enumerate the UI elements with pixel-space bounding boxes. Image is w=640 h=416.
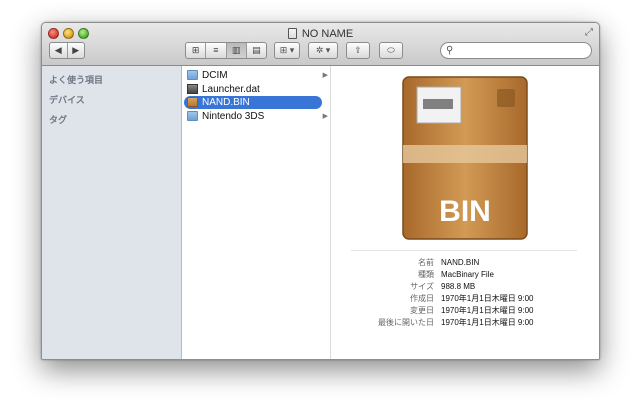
box-tape	[403, 145, 527, 163]
back-button[interactable]: ◀	[50, 43, 67, 58]
icon-view-button[interactable]: ⊞	[186, 43, 205, 58]
finder-window: NO NAME ⤢ ◀ ▶ ⊞ ≡ ▥ ▤ ⊞ ▾ ✲ ▾ ⇪ ⬭ ⚲ よく使う…	[41, 22, 600, 360]
folder-icon	[187, 70, 198, 80]
file-column: DCIM ▶ Launcher.dat NAND.BIN Nintendo 3D…	[182, 66, 331, 359]
coverflow-view-button[interactable]: ▤	[245, 43, 266, 58]
share-button[interactable]: ⇪	[346, 42, 370, 59]
nav-buttons: ◀ ▶	[49, 42, 85, 59]
search-icon: ⚲	[446, 45, 454, 56]
list-view-button[interactable]: ≡	[205, 43, 225, 58]
arrange-button[interactable]: ⊞ ▾	[274, 42, 300, 59]
file-row-nand[interactable]: NAND.BIN	[184, 96, 322, 109]
folder-icon	[187, 111, 198, 121]
file-row-nintendo[interactable]: Nintendo 3DS ▶	[184, 110, 328, 123]
sidebar-section-tags[interactable]: タグ	[49, 113, 67, 126]
fullscreen-icon[interactable]: ⤢	[585, 27, 593, 38]
file-name: NAND.BIN	[202, 97, 250, 108]
view-mode-buttons: ⊞ ≡ ▥ ▤	[185, 42, 267, 59]
tags-button[interactable]: ⬭	[379, 42, 403, 59]
file-row-dcim[interactable]: DCIM ▶	[184, 69, 328, 82]
download-arrow-icon	[497, 89, 515, 107]
archive-box-icon: BIN	[402, 76, 528, 240]
sidebar-section-devices[interactable]: デバイス	[49, 93, 85, 106]
barcode	[423, 99, 453, 109]
archive-icon	[187, 97, 198, 107]
window-title: NO NAME	[42, 26, 599, 42]
drive-icon	[287, 28, 297, 39]
disclosure-arrow-icon: ▶	[322, 113, 328, 120]
disclosure-arrow-icon: ▶	[322, 72, 328, 79]
file-name: Nintendo 3DS	[202, 111, 265, 122]
preview-pane: BIN 名前 NAND.BIN 種類 MacBinary File サイズ 988.8…	[331, 66, 599, 359]
box-label: BIN	[439, 195, 491, 228]
file-name: Launcher.dat	[202, 84, 260, 95]
document-icon	[187, 84, 198, 94]
window-title-text: NO NAME	[301, 28, 354, 40]
sidebar: よく使う項目 デバイス タグ	[42, 66, 182, 359]
search-field[interactable]: ⚲	[440, 42, 592, 59]
toolbar: NO NAME ⤢ ◀ ▶ ⊞ ≡ ▥ ▤ ⊞ ▾ ✲ ▾ ⇪ ⬭ ⚲	[42, 23, 599, 66]
forward-button[interactable]: ▶	[66, 43, 85, 58]
column-view-button[interactable]: ▥	[225, 43, 246, 58]
action-button[interactable]: ✲ ▾	[308, 42, 338, 59]
file-row-launcher[interactable]: Launcher.dat	[184, 83, 322, 96]
file-name: DCIM	[202, 70, 228, 81]
preview-divider	[351, 250, 577, 251]
sidebar-section-favorites[interactable]: よく使う項目	[49, 73, 103, 86]
